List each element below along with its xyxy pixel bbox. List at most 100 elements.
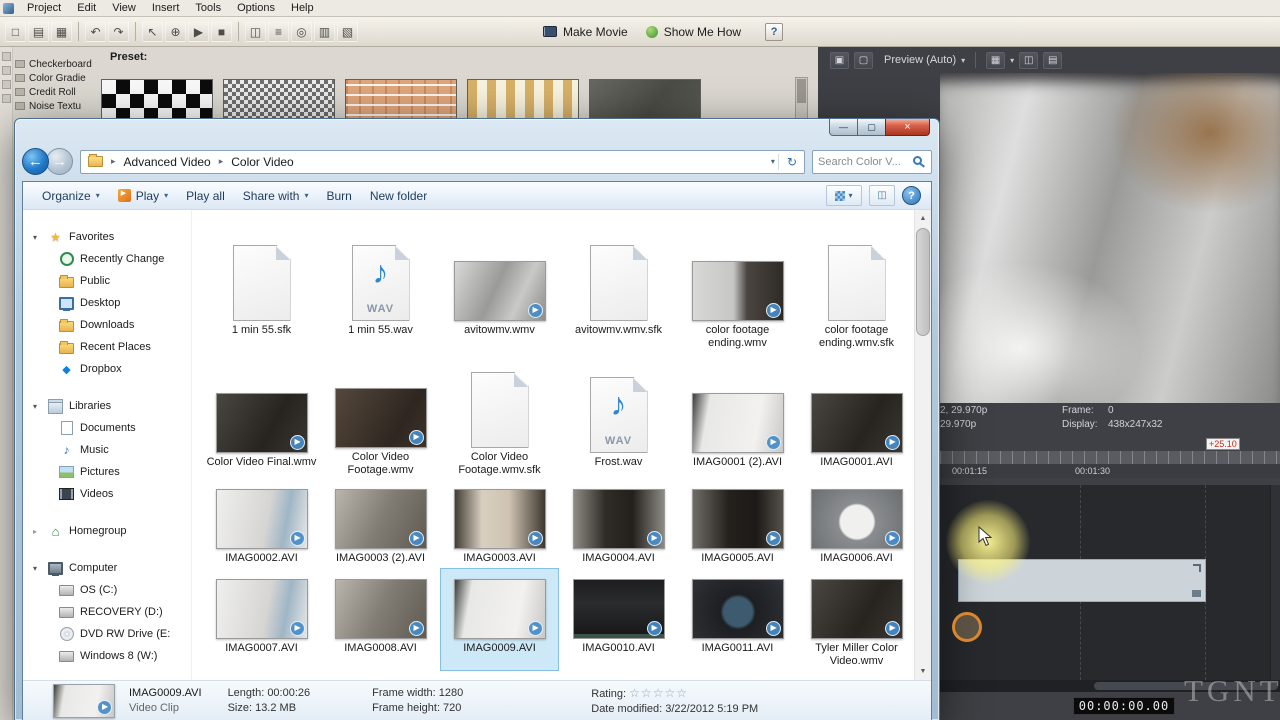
file-item[interactable]: Color Video Footage.wmv xyxy=(321,356,440,480)
list-icon[interactable]: ≡ xyxy=(268,21,289,42)
file-item-selected[interactable]: IMAG0009.AVI xyxy=(440,568,559,671)
file-item[interactable]: WAV 1 min 55.wav xyxy=(321,214,440,356)
file-item[interactable]: IMAG0011.AVI xyxy=(678,568,797,671)
menu-insert[interactable]: Insert xyxy=(144,1,188,16)
open-icon[interactable]: ▤ xyxy=(28,21,49,42)
sidebar-item-recently-changed[interactable]: Recently Change xyxy=(23,248,191,270)
make-movie-button[interactable]: Make Movie xyxy=(535,23,636,41)
expander-icon[interactable] xyxy=(33,527,42,536)
grid-icon[interactable]: ▥ xyxy=(314,21,335,42)
file-list-scrollbar[interactable] xyxy=(914,210,931,680)
menu-options[interactable]: Options xyxy=(229,1,283,16)
play-menu[interactable]: Play xyxy=(109,186,177,206)
file-item[interactable]: IMAG0008.AVI xyxy=(321,568,440,671)
save-icon[interactable]: ▦ xyxy=(51,21,72,42)
new-project-icon[interactable]: □ xyxy=(5,21,26,42)
scrollbar-thumb[interactable] xyxy=(916,228,930,336)
address-history-dropdown-icon[interactable] xyxy=(771,157,775,166)
scroll-down-icon[interactable] xyxy=(915,663,931,680)
split-icon[interactable]: ◫ xyxy=(245,21,266,42)
undo-icon[interactable]: ↶ xyxy=(85,21,106,42)
project-video-icon[interactable]: ▣ xyxy=(830,51,849,69)
dock-icon[interactable] xyxy=(1,80,11,89)
sidebar-item-desktop[interactable]: Desktop xyxy=(23,292,191,314)
file-item[interactable]: IMAG0001 (2).AVI xyxy=(678,356,797,480)
scroll-up-icon[interactable] xyxy=(915,210,931,227)
sidebar-item-downloads[interactable]: Downloads xyxy=(23,314,191,336)
pattern-icon[interactable]: ▧ xyxy=(337,21,358,42)
file-item[interactable]: avitowmv.wmv.sfk xyxy=(559,214,678,356)
context-help-icon[interactable]: ? xyxy=(765,22,784,41)
menu-help[interactable]: Help xyxy=(283,1,322,16)
file-item[interactable]: IMAG0005.AVI xyxy=(678,480,797,568)
sidebar-item-dvd-e[interactable]: DVD RW Drive (E: xyxy=(23,623,191,645)
breadcrumb-advanced-video[interactable]: Advanced Video xyxy=(121,153,214,171)
expander-icon[interactable] xyxy=(33,402,42,411)
file-item[interactable]: IMAG0007.AVI xyxy=(202,568,321,671)
share-with-menu[interactable]: Share with xyxy=(234,186,318,206)
play-tool-icon[interactable]: ▶ xyxy=(188,21,209,42)
sidebar-item-pictures[interactable]: Pictures xyxy=(23,461,191,483)
dock-icon[interactable] xyxy=(1,66,11,75)
play-all-button[interactable]: Play all xyxy=(177,186,234,206)
menu-edit[interactable]: Edit xyxy=(69,1,104,16)
file-item[interactable]: color footage ending.wmv.sfk xyxy=(797,214,914,356)
file-item[interactable]: 1 min 55.sfk xyxy=(202,214,321,356)
address-bar[interactable]: Advanced Video Color Video xyxy=(80,149,805,174)
file-item[interactable]: IMAG0004.AVI xyxy=(559,480,678,568)
search-box[interactable] xyxy=(812,149,932,174)
breadcrumb-color-video[interactable]: Color Video xyxy=(228,153,296,171)
file-item[interactable]: avitowmv.wmv xyxy=(440,214,559,356)
sidebar-item-windows8-w[interactable]: Windows 8 (W:) xyxy=(23,645,191,667)
overlays-icon[interactable]: ▦ xyxy=(986,51,1006,69)
record-icon[interactable]: ◎ xyxy=(291,21,312,42)
copy-snapshot-icon[interactable]: ◫ xyxy=(1019,51,1039,69)
expander-icon[interactable] xyxy=(33,233,42,242)
help-button[interactable]: ? xyxy=(902,186,921,205)
timeline-ruler[interactable] xyxy=(940,451,1280,464)
normal-edit-tool-icon[interactable]: ↖ xyxy=(142,21,163,42)
sidebar-item-documents[interactable]: Documents xyxy=(23,417,191,439)
generator-item-color-gradient[interactable]: Color Gradie xyxy=(15,71,97,85)
timeline-vscrollbar[interactable] xyxy=(1270,485,1280,680)
expander-icon[interactable] xyxy=(33,564,42,573)
sidebar-group-computer[interactable]: Computer xyxy=(23,557,191,579)
file-item[interactable]: color footage ending.wmv xyxy=(678,214,797,356)
generator-item-checkerboard[interactable]: Checkerboard xyxy=(15,57,97,71)
stop-tool-icon[interactable]: ■ xyxy=(211,21,232,42)
search-input[interactable] xyxy=(818,155,913,168)
file-item[interactable]: IMAG0010.AVI xyxy=(559,568,678,671)
dock-icon[interactable] xyxy=(1,52,11,61)
sidebar-item-dropbox[interactable]: Dropbox xyxy=(23,358,191,380)
event-fx-icon[interactable] xyxy=(1192,590,1201,597)
file-item[interactable]: IMAG0003.AVI xyxy=(440,480,559,568)
refresh-icon[interactable] xyxy=(782,155,802,169)
save-snapshot-icon[interactable]: ▤ xyxy=(1043,51,1063,69)
fade-handle-icon[interactable] xyxy=(1193,564,1201,572)
file-item[interactable]: Tyler Miller Color Video.wmv xyxy=(797,568,914,671)
minimize-button[interactable]: — xyxy=(829,119,858,136)
sidebar-group-favorites[interactable]: Favorites xyxy=(23,226,191,248)
show-me-how-button[interactable]: Show Me How xyxy=(638,23,749,41)
change-view-button[interactable] xyxy=(826,185,862,206)
sidebar-item-public[interactable]: Public xyxy=(23,270,191,292)
sidebar-group-libraries[interactable]: Libraries xyxy=(23,395,191,417)
sidebar-item-videos[interactable]: Videos xyxy=(23,483,191,505)
dock-icon[interactable] xyxy=(1,94,11,103)
snap-icon[interactable]: ⊕ xyxy=(165,21,186,42)
burn-button[interactable]: Burn xyxy=(317,186,360,206)
sidebar-item-music[interactable]: Music xyxy=(23,439,191,461)
sidebar-group-homegroup[interactable]: Homegroup xyxy=(23,520,191,542)
new-folder-button[interactable]: New folder xyxy=(361,186,436,206)
forward-button[interactable] xyxy=(46,148,73,175)
rating-stars[interactable]: ☆☆☆☆☆ xyxy=(629,686,688,700)
file-item[interactable]: WAV Frost.wav xyxy=(559,356,678,480)
file-item[interactable]: IMAG0003 (2).AVI xyxy=(321,480,440,568)
organize-menu[interactable]: Organize xyxy=(33,186,109,206)
timeline-event[interactable] xyxy=(958,559,1206,602)
file-item[interactable]: IMAG0002.AVI xyxy=(202,480,321,568)
file-item[interactable]: Color Video Footage.wmv.sfk xyxy=(440,356,559,480)
sidebar-item-recovery-d[interactable]: RECOVERY (D:) xyxy=(23,601,191,623)
file-item[interactable]: Color Video Final.wmv xyxy=(202,356,321,480)
menu-project[interactable]: Project xyxy=(19,1,69,16)
